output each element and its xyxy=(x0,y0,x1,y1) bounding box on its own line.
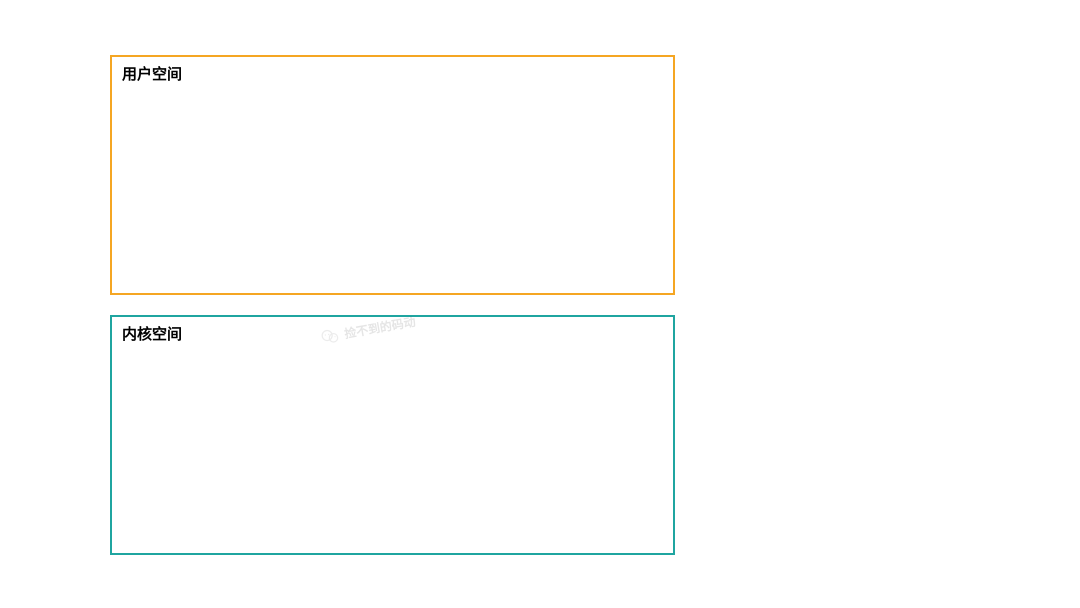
user-space-box: 用户空间 xyxy=(110,55,675,295)
diagram-container: 用户空间 内核空间 xyxy=(110,55,675,555)
kernel-space-box: 内核空间 xyxy=(110,315,675,555)
kernel-space-label: 内核空间 xyxy=(122,323,182,344)
user-space-label: 用户空间 xyxy=(122,63,182,84)
